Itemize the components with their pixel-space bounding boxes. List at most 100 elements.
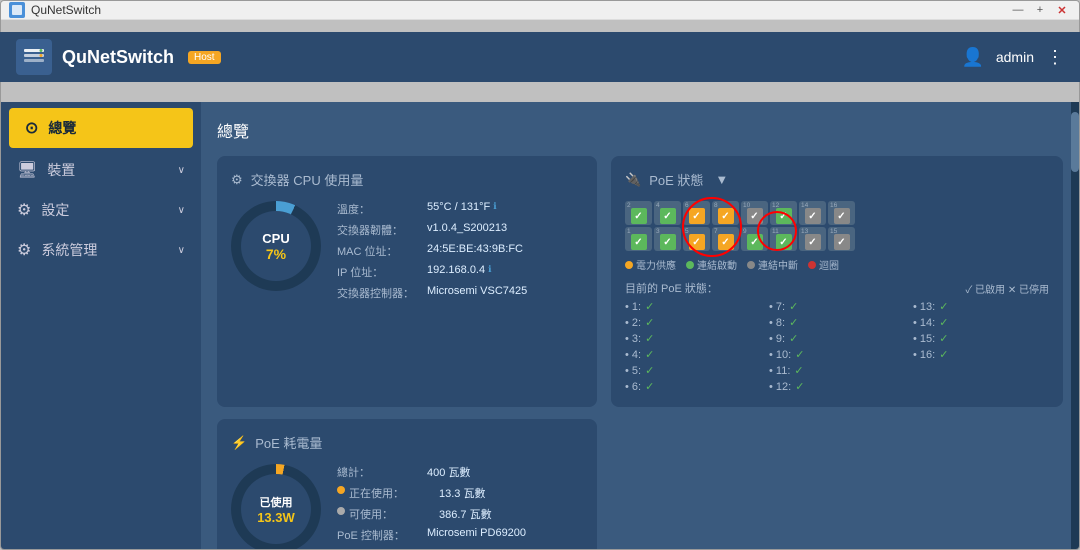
port-7: 7 ✓	[712, 227, 739, 251]
sidebar-overview-label: 總覽	[48, 118, 76, 138]
sidebar-item-overview[interactable]: ⊙ 總覽	[9, 108, 193, 148]
content-area: 總覽 ⚙ 交換器 CPU 使用量 CPU 7%	[201, 102, 1079, 550]
port-status-8: • 8:✓	[769, 316, 905, 329]
legend-power: 電力供應	[625, 257, 676, 272]
dropdown-arrow[interactable]: ▼	[715, 172, 728, 187]
port-status-13: • 13:✓	[913, 300, 1049, 313]
status-header-row: 目前的 PoE 狀態： ✓ 已啟用 ✕ 已停用	[625, 280, 1049, 296]
firmware-row: 交換器韌體： v1.0.4_S200213	[337, 222, 583, 238]
port-status-4: • 4:✓	[625, 348, 761, 361]
port-1: 1 ✓	[625, 227, 652, 251]
port-9: 9 ✓	[741, 227, 768, 251]
port-status-12: • 12:✓	[769, 380, 905, 393]
scrollbar-track	[1071, 102, 1079, 550]
poe-usage-card: ⚡ PoE 耗電量 已使用 13.3W	[217, 419, 597, 550]
chevron-down-icon-3: ∨	[178, 245, 185, 256]
info-icon: ℹ	[493, 201, 496, 217]
port-status-9: • 9:✓	[769, 332, 905, 345]
poe-controller-row: PoE 控制器： Microsemi PD69200	[337, 527, 583, 543]
lightning-icon: ⚡	[231, 435, 247, 451]
port-status-7: • 7:✓	[769, 300, 905, 313]
cpu-card-header: ⚙ 交換器 CPU 使用量	[231, 170, 583, 189]
status-note: ✓ 已啟用 ✕ 已停用	[965, 281, 1049, 296]
poe-info-table: 總計： 400 瓦數 正在使用： 13.3 瓦數 可使用：	[337, 464, 583, 548]
available-row: 可使用： 386.7 瓦數	[337, 506, 583, 522]
overview-icon: ⊙	[25, 118, 38, 138]
sidebar-item-system[interactable]: ⚙ 系統管理 ∨	[1, 230, 201, 270]
logo-area: QuNetSwitch Host	[16, 39, 221, 75]
port-4: 4 ✓	[654, 201, 681, 225]
legend-connected: 連結啟動	[686, 257, 737, 272]
controller-row: 交換器控制器： Microsemi VSC7425	[337, 285, 583, 301]
device-icon: 🖥	[17, 160, 37, 180]
legend: 電力供應 連結啟動 連結中斷 迴圈	[625, 257, 1049, 272]
cpu-info-table: 溫度： 55°C / 131°F ℹ 交換器韌體： v1.0.4_S200213…	[337, 201, 583, 306]
more-icon[interactable]: ⋮	[1046, 47, 1064, 68]
gray-dot	[337, 507, 345, 515]
second-cards-row: ⚡ PoE 耗電量 已使用 13.3W	[217, 419, 1063, 550]
ports-visual: 2 ✓ 1 ✓ 4 ✓	[625, 201, 855, 251]
close-button[interactable]: ✕	[1053, 1, 1071, 19]
page-title: 總覽	[217, 118, 1063, 142]
sidebar-device-label: 裝置	[47, 160, 75, 180]
host-badge: Host	[188, 51, 221, 64]
port-2: 2 ✓	[625, 201, 652, 225]
poe-status-list: • 1:✓ • 7:✓ • 13:✓ • 2:✓ • 8:✓ • 14:✓ • …	[625, 300, 1049, 393]
minimize-button[interactable]: —	[1009, 1, 1027, 19]
poe-status-header: 🔌 PoE 狀態 ▼	[625, 170, 1049, 189]
in-use-row: 正在使用： 13.3 瓦數	[337, 485, 583, 501]
total-row: 總計： 400 瓦數	[337, 464, 583, 480]
port-status-11: • 11:✓	[769, 364, 905, 377]
cpu-gauge: CPU 7%	[231, 201, 321, 291]
port-col-6: 12 ✓ 11 ✓	[770, 201, 797, 251]
app-icon	[9, 2, 25, 18]
settings-icon: ⚙	[17, 200, 31, 220]
port-col-4: 8 ✓ 7 ✓	[712, 201, 739, 251]
port-8: 8 ✓	[712, 201, 739, 225]
port-col-2: 4 ✓ 3 ✓	[654, 201, 681, 251]
port-status-6: • 6:✓	[625, 380, 761, 393]
port-status-2: • 2:✓	[625, 316, 761, 329]
titlebar-left: QuNetSwitch	[9, 2, 101, 18]
port-col-5: 10 ✓ 9 ✓	[741, 201, 768, 251]
sidebar-item-device[interactable]: 🖥 裝置 ∨	[1, 150, 201, 190]
legend-power-dot	[625, 261, 633, 269]
port-col-8: 16 ✓ 15 ✓	[828, 201, 855, 251]
poe-icon: 🔌	[625, 172, 641, 188]
ports-wrapper: 2 ✓ 1 ✓ 4 ✓	[625, 201, 855, 257]
port-status-1: • 1:✓	[625, 300, 761, 313]
port-10: 10 ✓	[741, 201, 768, 225]
scrollbar-thumb[interactable]	[1071, 112, 1079, 172]
maximize-button[interactable]: +	[1031, 1, 1049, 19]
sidebar: ⊙ 總覽 🖥 裝置 ∨ ⚙ 設定 ∨ ⚙	[1, 102, 201, 550]
port-14: 14 ✓	[799, 201, 826, 225]
sidebar-item-settings[interactable]: ⚙ 設定 ∨	[1, 190, 201, 230]
port-col-1: 2 ✓ 1 ✓	[625, 201, 652, 251]
current-status-label: 目前的 PoE 狀態：	[625, 280, 718, 296]
port-12: 12 ✓	[770, 201, 797, 225]
system-icon: ⚙	[17, 240, 31, 260]
header-right: 👤 admin ⋮	[961, 47, 1064, 68]
port-3: 3 ✓	[654, 227, 681, 251]
ip-info-icon: ℹ	[488, 264, 491, 280]
poe-gauge: 已使用 13.3W	[231, 464, 321, 550]
cpu-section: CPU 7% 溫度： 55°C / 131°F ℹ	[231, 201, 583, 306]
window-controls: — + ✕	[1009, 1, 1071, 19]
chevron-down-icon-2: ∨	[178, 205, 185, 216]
port-col-3: 6 ✓ 5 ✓	[683, 201, 710, 251]
port-col-7: 14 ✓ 13 ✓	[799, 201, 826, 251]
poe-usage-header: ⚡ PoE 耗電量	[231, 433, 583, 452]
sidebar-system-label: 系統管理	[41, 240, 97, 260]
port-5: 5 ✓	[683, 227, 710, 251]
port-status-5: • 5:✓	[625, 364, 761, 377]
port-15: 15 ✓	[828, 227, 855, 251]
port-16: 16 ✓	[828, 201, 855, 225]
port-13: 13 ✓	[799, 227, 826, 251]
sidebar-settings-label: 設定	[41, 200, 69, 220]
orange-dot	[337, 486, 345, 494]
port-status-14: • 14:✓	[913, 316, 1049, 329]
logo-icon	[16, 39, 52, 75]
titlebar: QuNetSwitch — + ✕	[1, 1, 1079, 20]
temp-row: 溫度： 55°C / 131°F ℹ	[337, 201, 583, 217]
window-title: QuNetSwitch	[31, 3, 101, 17]
